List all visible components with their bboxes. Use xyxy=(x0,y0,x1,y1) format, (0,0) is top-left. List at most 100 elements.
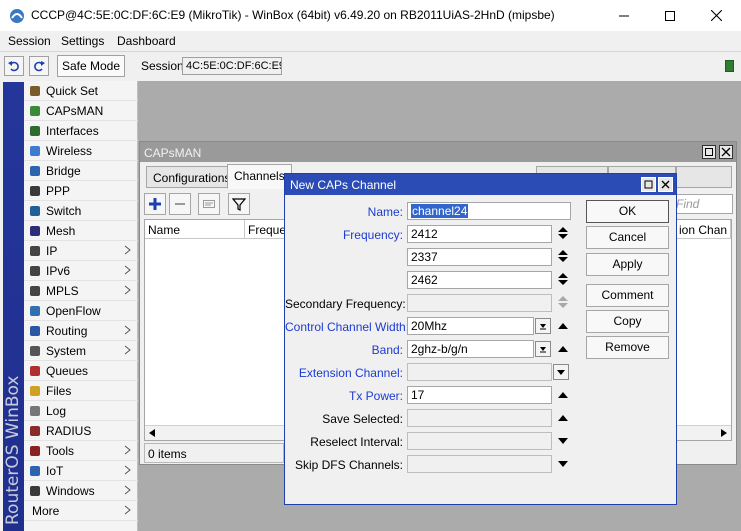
menu-settings[interactable]: Settings xyxy=(61,34,104,48)
sidebar-item-mpls[interactable]: MPLS xyxy=(24,281,138,301)
frequency-1-spinner-icon[interactable] xyxy=(557,225,569,241)
capsman-close-button[interactable] xyxy=(719,145,733,159)
maximize-button[interactable] xyxy=(647,0,693,31)
control-channel-width-up-icon[interactable] xyxy=(557,318,569,334)
frequency-input-2[interactable]: 2337 xyxy=(407,248,552,266)
tab-configurations[interactable]: Configurations xyxy=(146,166,238,188)
sidebar-item-files[interactable]: Files xyxy=(24,381,138,401)
find-input[interactable]: Find xyxy=(671,194,733,214)
ip-icon xyxy=(30,246,40,256)
reselect-interval-input[interactable] xyxy=(407,432,552,450)
sidebar-item-ppp[interactable]: PPP xyxy=(24,181,138,201)
safe-mode-button[interactable]: Safe Mode xyxy=(57,55,125,77)
secondary-frequency-spinner-icon[interactable] xyxy=(557,294,569,310)
extension-channel-dropdown[interactable] xyxy=(553,364,569,380)
filter-icon xyxy=(232,198,246,211)
redo-button[interactable] xyxy=(29,56,49,76)
capsman-titlebar[interactable]: CAPsMAN xyxy=(140,142,736,162)
sidebar-item-capsman[interactable]: CAPsMAN xyxy=(24,101,138,121)
column-frequency[interactable]: Frequen xyxy=(245,220,287,239)
tab-channels[interactable]: Channels xyxy=(227,164,292,189)
minimize-button[interactable] xyxy=(601,0,647,31)
frequency-2-spinner-icon[interactable] xyxy=(557,248,569,264)
sidebar-item-more[interactable]: More xyxy=(24,501,138,521)
comment-button[interactable]: Comment xyxy=(586,284,669,307)
sidebar-item-ip[interactable]: IP xyxy=(24,241,138,261)
ok-button[interactable]: OK xyxy=(586,200,669,223)
dialog-close-button[interactable] xyxy=(658,177,673,192)
extension-channel-select[interactable] xyxy=(407,363,552,381)
comment-list-button[interactable] xyxy=(198,193,220,215)
switch-icon xyxy=(30,206,40,216)
sidebar-item-switch[interactable]: Switch xyxy=(24,201,138,221)
column-extension-channel[interactable]: ion Chan xyxy=(675,220,731,239)
filter-button[interactable] xyxy=(228,193,250,215)
scroll-right-icon[interactable] xyxy=(720,429,728,437)
reselect-interval-down-icon[interactable] xyxy=(557,433,569,449)
frequency-input-3[interactable]: 2462 xyxy=(407,271,552,289)
sidebar-item-bridge[interactable]: Bridge xyxy=(24,161,138,181)
scroll-left-icon[interactable] xyxy=(148,429,156,437)
maximize-icon xyxy=(705,148,713,156)
sidebar-item-routing[interactable]: Routing xyxy=(24,321,138,341)
sidebar-item-tools[interactable]: Tools xyxy=(24,441,138,461)
sidebar-item-ipv6[interactable]: IPv6 xyxy=(24,261,138,281)
skip-dfs-channels-input[interactable] xyxy=(407,455,552,473)
control-channel-width-select[interactable]: 20Mhz xyxy=(407,317,534,335)
submenu-arrow-icon xyxy=(124,265,131,275)
sidebar-item-wireless[interactable]: Wireless xyxy=(24,141,138,161)
sidebar-item-log[interactable]: Log xyxy=(24,401,138,421)
session-field[interactable]: 4C:5E:0C:DF:6C:E9 xyxy=(182,57,282,75)
dialog-maximize-button[interactable] xyxy=(641,177,656,192)
sidebar-item-label: System xyxy=(46,344,87,358)
menu-dashboard[interactable]: Dashboard xyxy=(117,34,176,48)
brand-strip: RouterOS WinBox xyxy=(3,82,24,531)
sidebar-item-openflow[interactable]: OpenFlow xyxy=(24,301,138,321)
sidebar-item-label: Switch xyxy=(46,204,82,218)
windows-icon xyxy=(30,486,40,496)
name-input[interactable]: channel24 xyxy=(407,202,571,220)
tx-power-input[interactable]: 17 xyxy=(407,386,552,404)
skip-dfs-channels-down-icon[interactable] xyxy=(557,456,569,472)
item-count: 0 items xyxy=(144,443,284,463)
sidebar-item-label: PPP xyxy=(46,184,71,198)
capsman-maximize-button[interactable] xyxy=(702,145,716,159)
band-dropdown[interactable] xyxy=(535,341,551,357)
band-select[interactable]: 2ghz-b/g/n xyxy=(407,340,534,358)
cancel-button[interactable]: Cancel xyxy=(586,226,669,249)
sidebar-item-queues[interactable]: Queues xyxy=(24,361,138,381)
dialog-titlebar[interactable]: New CAPs Channel xyxy=(285,174,676,195)
copy-button[interactable]: Copy xyxy=(586,310,669,333)
sidebar-item-system[interactable]: System xyxy=(24,341,138,361)
sidebar-item-interfaces[interactable]: Interfaces xyxy=(24,121,138,141)
band-up-icon[interactable] xyxy=(557,341,569,357)
column-name[interactable]: Name xyxy=(145,220,245,239)
secondary-frequency-input[interactable] xyxy=(407,294,552,312)
apply-button[interactable]: Apply xyxy=(586,253,669,276)
save-selected-input[interactable] xyxy=(407,409,552,427)
frequency-3-spinner-icon[interactable] xyxy=(557,271,569,287)
iot-icon xyxy=(30,466,40,476)
undo-button[interactable] xyxy=(4,56,24,76)
remove-list-button[interactable] xyxy=(169,193,191,215)
close-button[interactable] xyxy=(693,0,739,31)
sidebar-item-mesh[interactable]: Mesh xyxy=(24,221,138,241)
control-channel-width-dropdown[interactable] xyxy=(535,318,551,334)
remove-button[interactable]: Remove xyxy=(586,336,669,359)
control-channel-width-label: Control Channel Width: xyxy=(285,320,410,334)
sidebar-item-quick-set[interactable]: Quick Set xyxy=(24,81,138,101)
sidebar-item-label: More xyxy=(32,504,60,518)
tab-hidden[interactable] xyxy=(676,166,732,188)
window-title: CCCP@4C:5E:0C:DF:6C:E9 (MikroTik) - WinB… xyxy=(31,8,555,22)
sidebar-item-radius[interactable]: RADIUS xyxy=(24,421,138,441)
sidebar-item-label: Interfaces xyxy=(46,124,99,138)
gear-icon xyxy=(30,346,40,356)
save-selected-up-icon[interactable] xyxy=(557,410,569,426)
tx-power-up-icon[interactable] xyxy=(557,387,569,403)
frequency-input-1[interactable]: 2412 xyxy=(407,225,552,243)
sidebar-item-label: MPLS xyxy=(46,284,79,298)
sidebar-item-windows[interactable]: Windows xyxy=(24,481,138,501)
menu-session[interactable]: Session xyxy=(8,34,51,48)
add-button[interactable] xyxy=(144,193,166,215)
sidebar-item-iot[interactable]: IoT xyxy=(24,461,138,481)
